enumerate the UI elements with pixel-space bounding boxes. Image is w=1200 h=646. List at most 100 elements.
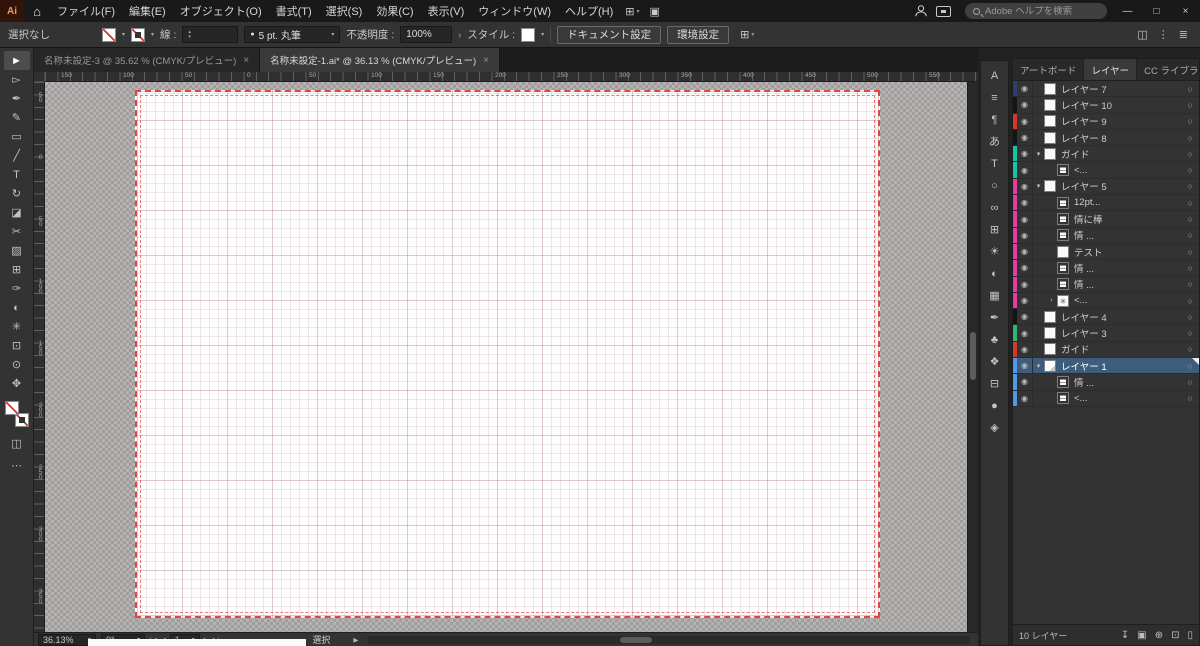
opacity-input[interactable]: 100% (400, 26, 453, 43)
chevron-down-icon[interactable]: ▾ (541, 31, 544, 38)
layer-name[interactable]: レイヤー 3 (1061, 326, 1181, 340)
visibility-toggle-icon[interactable]: ◉ (1017, 129, 1033, 146)
share-icon[interactable]: ▣ (645, 5, 665, 18)
vertical-scrollbar[interactable] (967, 82, 978, 632)
layer-row[interactable]: ◉ レイヤー 7 ○ (1013, 81, 1199, 98)
layer-name[interactable]: レイヤー 5 (1061, 179, 1181, 193)
eraser-tool[interactable]: ◪ (4, 203, 30, 222)
layer-name[interactable]: ガイド (1061, 147, 1181, 161)
target-circle-icon[interactable]: ○ (1181, 214, 1199, 224)
visibility-toggle-icon[interactable]: ◉ (1017, 162, 1033, 178)
expand-arrow-icon[interactable]: ▾ (1033, 362, 1044, 370)
paragraph-panel-icon[interactable]: ≡ (991, 92, 997, 105)
character-panel-icon[interactable]: A (991, 70, 998, 83)
close-tab-icon[interactable]: × (243, 55, 249, 66)
fill-stroke-indicator[interactable] (4, 401, 29, 427)
layer-name[interactable]: 情 ... (1074, 277, 1181, 291)
horizontal-scrollbar-thumb[interactable] (620, 636, 653, 643)
vertical-scrollbar-thumb[interactable] (970, 332, 976, 380)
visibility-toggle-icon[interactable]: ◉ (1017, 325, 1033, 341)
chevron-down-icon[interactable]: ▾ (151, 31, 154, 38)
layer-row[interactable]: ◉ 情 ... ○ (1013, 374, 1199, 391)
ruler-origin-corner[interactable] (34, 72, 45, 82)
visibility-toggle-icon[interactable]: ◉ (1017, 195, 1033, 211)
visibility-toggle-icon[interactable]: ◉ (1017, 292, 1033, 309)
layer-row[interactable]: ◉ レイヤー 9 ○ (1013, 113, 1199, 130)
help-search-box[interactable] (965, 3, 1107, 19)
target-circle-icon[interactable]: ○ (1181, 296, 1199, 306)
target-circle-icon[interactable]: ○ (1181, 165, 1199, 175)
layer-row[interactable]: ◉ ▾ レイヤー 1 ○ (1013, 358, 1199, 375)
fill-color-swatch[interactable] (102, 27, 116, 42)
layer-row[interactable]: ◉ レイヤー 8 ○ (1013, 129, 1199, 147)
menu-item[interactable]: オブジェクト(O) (173, 0, 269, 22)
stepper-icon[interactable]: ▴ ▾ (188, 29, 191, 40)
control-panel-menu-icon[interactable]: ⊞ ▾ (735, 28, 759, 41)
new-sublayer-icon[interactable]: ⊕ (1155, 630, 1163, 641)
layer-row[interactable]: ◉ 情に棒 ○ (1013, 211, 1199, 228)
type-tool[interactable]: T (4, 165, 30, 184)
visibility-toggle-icon[interactable]: ◉ (1017, 178, 1033, 195)
target-circle-icon[interactable]: ○ (1181, 344, 1199, 354)
glyphs-panel-icon[interactable]: ¶ (992, 114, 998, 127)
menu-item[interactable]: 表示(V) (421, 0, 472, 22)
panel-tab[interactable]: アートボード (1013, 59, 1085, 80)
control-menu-icon[interactable]: ≣ (1179, 28, 1188, 41)
menu-item[interactable]: ウィンドウ(W) (471, 0, 558, 22)
hand-tool[interactable]: ✥ (4, 374, 30, 393)
layer-name[interactable]: 情 ... (1074, 228, 1181, 242)
expand-arrow-icon[interactable]: ▾ (1033, 182, 1044, 190)
maximize-button[interactable]: □ (1142, 0, 1171, 22)
layer-row[interactable]: ◉ › <... ○ (1013, 292, 1199, 310)
layer-name[interactable]: <... (1074, 393, 1181, 404)
layer-row[interactable]: ◉ レイヤー 4 ○ (1013, 309, 1199, 326)
navigator-panel-icon[interactable]: ◈ (990, 422, 998, 435)
preferences-button[interactable]: 環境設定 (667, 25, 730, 44)
symbols-panel-icon[interactable]: ♣ (991, 334, 998, 347)
fill-none-swatch[interactable] (4, 401, 19, 415)
gradient-tool[interactable]: ▨ (4, 241, 30, 260)
layer-row[interactable]: ◉ <... ○ (1013, 162, 1199, 179)
layer-name[interactable]: <... (1074, 165, 1181, 176)
layer-row[interactable]: ◉ ガイド ○ (1013, 341, 1199, 359)
delete-layer-icon[interactable]: ▯ (1187, 630, 1193, 641)
target-circle-icon[interactable]: ○ (1181, 312, 1199, 322)
target-circle-icon[interactable]: ○ (1181, 328, 1199, 338)
layer-name[interactable]: <... (1074, 295, 1181, 306)
rotate-tool[interactable]: ↻ (4, 184, 30, 203)
new-layer-icon[interactable]: ⊡ (1171, 630, 1179, 641)
visibility-toggle-icon[interactable]: ◉ (1017, 113, 1033, 129)
expand-dock-icon[interactable]: ◫ (1137, 28, 1147, 41)
visibility-toggle-icon[interactable]: ◉ (1017, 390, 1033, 406)
workspace-switcher-icon[interactable]: ⊞ ▾ (620, 5, 644, 18)
layer-name[interactable]: 情 ... (1074, 375, 1181, 389)
character-styles-panel-icon[interactable]: あ (989, 136, 1000, 149)
visibility-toggle-icon[interactable]: ◉ (1017, 374, 1033, 390)
transparency-panel-icon[interactable]: ◐ (991, 268, 998, 281)
layer-name[interactable]: レイヤー 1 (1061, 359, 1181, 373)
expand-arrow-icon[interactable]: ▾ (1033, 150, 1044, 158)
layer-name[interactable]: レイヤー 10 (1061, 98, 1181, 112)
visibility-toggle-icon[interactable]: ◉ (1017, 341, 1033, 358)
opacity-panel-chevron-icon[interactable]: › (458, 30, 461, 40)
menu-item[interactable]: ファイル(F) (50, 0, 122, 22)
home-icon[interactable]: ⌂ (24, 4, 50, 19)
panel-tab[interactable]: CC ライブラリ (1137, 59, 1200, 80)
pattern-options-panel-icon[interactable]: ⊞ (990, 224, 999, 237)
rectangle-tool[interactable]: ▭ (4, 127, 30, 146)
layer-name[interactable]: レイヤー 8 (1061, 131, 1181, 145)
visibility-toggle-icon[interactable]: ◉ (1017, 227, 1033, 243)
target-circle-icon[interactable]: ○ (1181, 361, 1199, 371)
layer-row[interactable]: ◉ レイヤー 10 ○ (1013, 97, 1199, 114)
graphic-styles-panel-icon[interactable]: ❖ (990, 356, 1000, 369)
visibility-toggle-icon[interactable]: ◉ (1017, 276, 1033, 292)
layer-name[interactable]: レイヤー 9 (1061, 114, 1181, 128)
target-circle-icon[interactable]: ○ (1181, 247, 1199, 257)
menu-item[interactable]: 効果(C) (369, 0, 420, 22)
layer-name[interactable]: 情 ... (1074, 261, 1181, 275)
target-circle-icon[interactable]: ○ (1181, 393, 1199, 403)
direct-selection-tool[interactable]: ▻ (4, 70, 30, 89)
zoom-tool[interactable]: ⊙ (4, 355, 30, 374)
collect-for-export-icon[interactable]: ↧ (1121, 630, 1129, 641)
links-panel-icon[interactable]: ∞ (991, 202, 999, 215)
